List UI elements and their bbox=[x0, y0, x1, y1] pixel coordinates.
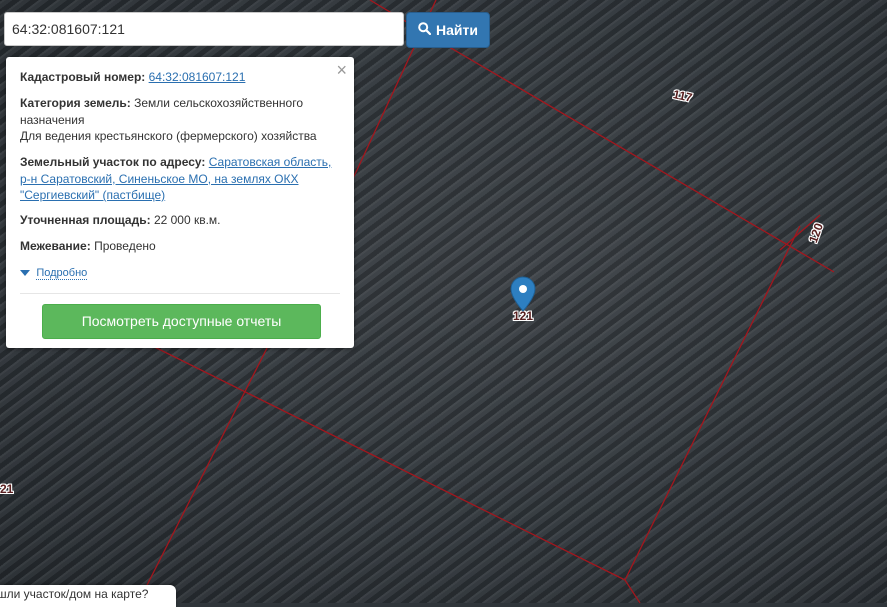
cadastral-number-link[interactable]: 64:32:081607:121 bbox=[149, 70, 246, 84]
search-icon bbox=[418, 22, 432, 38]
survey-value: Проведено bbox=[94, 239, 156, 253]
land-usage-value: Для ведения крестьянского (фермерского) … bbox=[20, 129, 317, 143]
cadastral-number-label: Кадастровый номер: bbox=[20, 70, 146, 84]
survey-row: Межевание: Проведено bbox=[20, 238, 338, 255]
parcel-info-popup: × Кадастровый номер: 64:32:081607:121 Ка… bbox=[6, 57, 354, 348]
land-category-label: Категория земель: bbox=[20, 96, 131, 110]
address-row: Земельный участок по адресу: Саратовская… bbox=[20, 154, 338, 204]
area-row: Уточненная площадь: 22 000 кв.м. bbox=[20, 212, 338, 229]
details-link[interactable]: Подробно bbox=[36, 267, 88, 280]
divider bbox=[20, 293, 340, 294]
area-value: 22 000 кв.м. bbox=[153, 213, 221, 227]
area-label: Уточненная площадь: bbox=[20, 213, 151, 227]
address-label: Земельный участок по адресу: bbox=[20, 155, 206, 169]
parcel-label-21: 21 bbox=[0, 482, 14, 496]
search-button[interactable]: Найти bbox=[406, 12, 490, 48]
search-input[interactable] bbox=[4, 12, 404, 46]
land-category-row: Категория земель: Земли сельскохозяйстве… bbox=[20, 95, 338, 145]
survey-label: Межевание: bbox=[20, 239, 91, 253]
cadastral-number-row: Кадастровый номер: 64:32:081607:121 bbox=[20, 69, 338, 86]
details-toggle[interactable]: Подробно bbox=[20, 264, 338, 282]
view-reports-button[interactable]: Посмотреть доступные отчеты bbox=[42, 304, 321, 339]
caret-down-icon bbox=[20, 269, 30, 276]
help-tooltip-text: шли участок/дом на карте? bbox=[0, 587, 149, 601]
close-icon[interactable]: × bbox=[336, 61, 347, 79]
search-button-label: Найти bbox=[436, 22, 478, 38]
help-tooltip[interactable]: шли участок/дом на карте? bbox=[0, 585, 176, 607]
